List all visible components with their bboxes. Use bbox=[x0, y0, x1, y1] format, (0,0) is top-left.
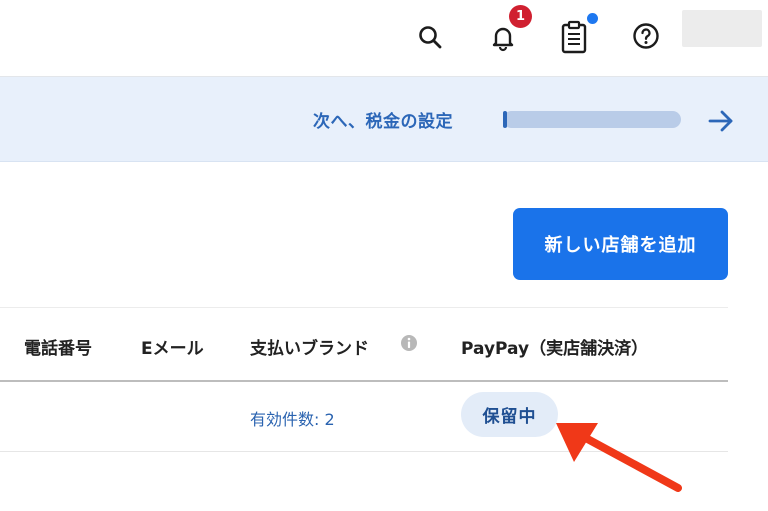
help-icon[interactable] bbox=[632, 22, 660, 50]
table-top-divider bbox=[0, 307, 728, 308]
column-header-payment-brands: 支払いブランド bbox=[250, 339, 369, 359]
arrow-right-icon[interactable] bbox=[706, 106, 736, 136]
status-badge: 保留中 bbox=[461, 392, 558, 437]
clipboard-indicator-dot bbox=[587, 13, 598, 24]
notification-badge: 1 bbox=[509, 5, 532, 28]
info-icon[interactable] bbox=[400, 334, 418, 352]
account-avatar[interactable] bbox=[682, 10, 762, 47]
payment-brands-count-link[interactable]: 有効件数: 2 bbox=[250, 406, 335, 430]
annotation-arrow-icon bbox=[556, 423, 682, 492]
table-header-divider bbox=[0, 380, 728, 382]
setup-progress-bar bbox=[503, 111, 681, 128]
bell-icon[interactable] bbox=[488, 22, 518, 52]
clipboard-icon[interactable] bbox=[560, 20, 588, 54]
column-header-email: Eメール bbox=[141, 339, 204, 359]
column-header-phone: 電話番号 bbox=[24, 339, 92, 359]
column-header-paypay: PayPay（実店舗決済） bbox=[461, 339, 649, 359]
setup-progress-fill bbox=[503, 111, 507, 128]
add-store-button[interactable]: 新しい店舗を追加 bbox=[513, 208, 728, 280]
next-step-label[interactable]: 次へ、税金の設定 bbox=[313, 107, 453, 132]
search-icon[interactable] bbox=[417, 24, 443, 50]
